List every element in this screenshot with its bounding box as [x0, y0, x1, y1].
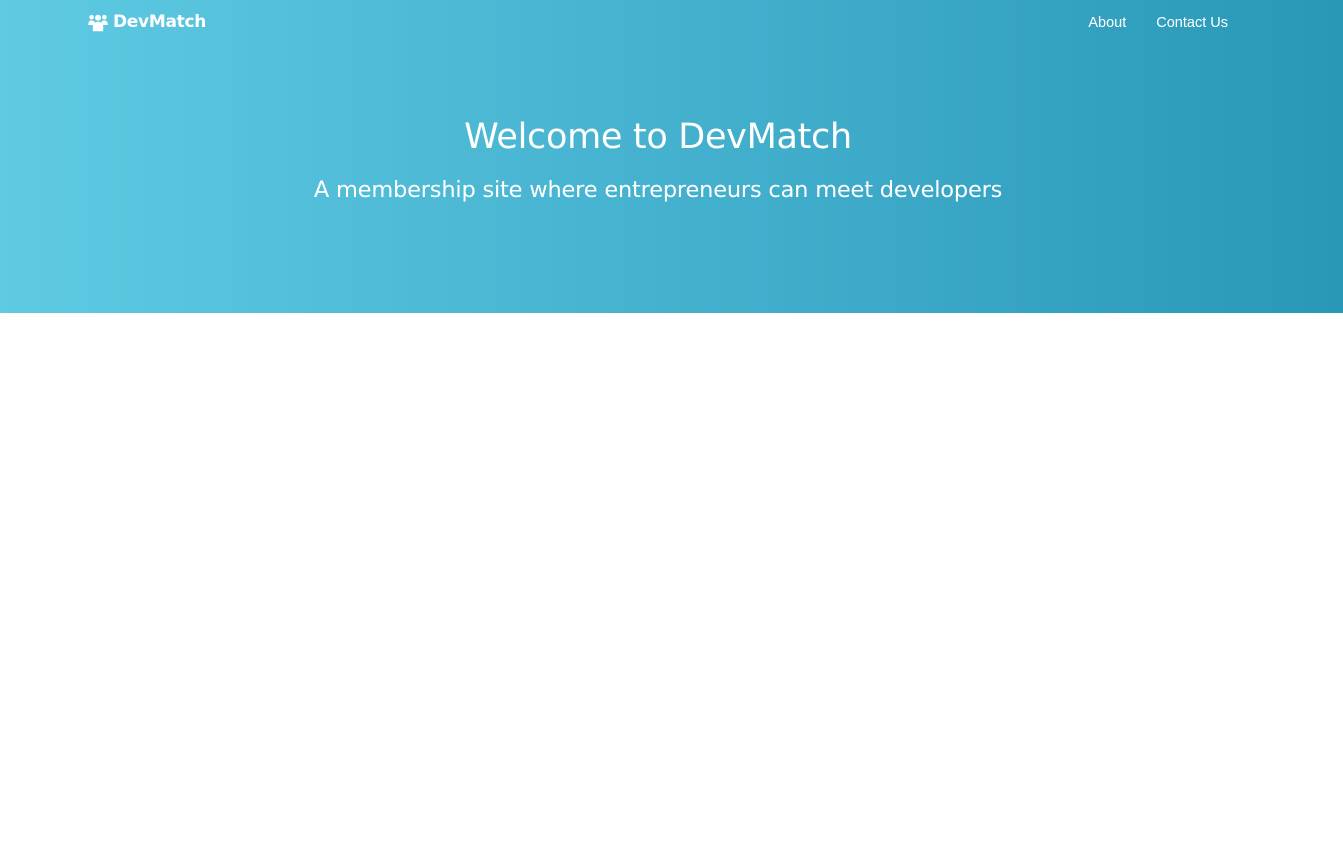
nav-link-about[interactable]: About: [1088, 14, 1126, 32]
brand-name: DevMatch: [113, 12, 207, 32]
users-icon: [88, 12, 108, 32]
nav-link-contact-us[interactable]: Contact Us: [1156, 14, 1228, 32]
hero-banner: DevMatch About Contact Us Welcome to Dev…: [0, 0, 1343, 313]
hero-subtitle: A membership site where entrepreneurs ca…: [313, 177, 1003, 203]
top-navbar: DevMatch About Contact Us: [0, 0, 1343, 46]
hero-title: Welcome to DevMatch: [464, 117, 852, 157]
main-content: [0, 313, 1343, 860]
nav-links: About Contact Us: [1088, 14, 1228, 32]
brand-logo-link[interactable]: DevMatch: [88, 12, 206, 32]
